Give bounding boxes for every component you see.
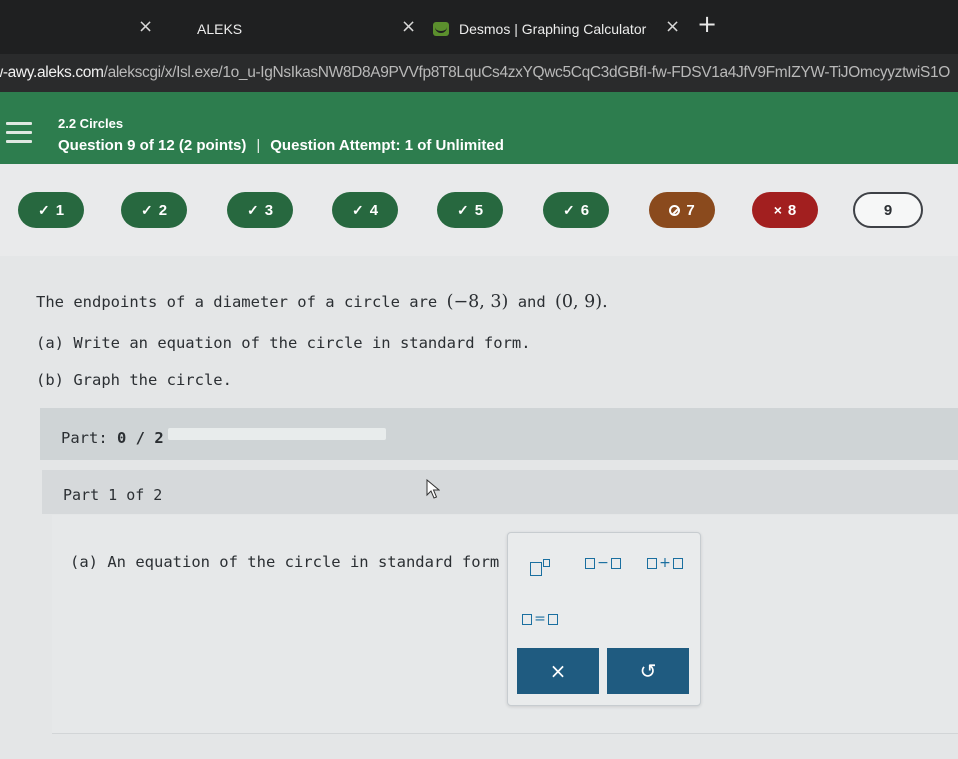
close-icon: × <box>549 659 567 683</box>
question-nav-item-3[interactable]: ✓ 3 <box>227 192 293 228</box>
question-nav-item-8[interactable]: × 8 <box>752 192 818 228</box>
question-number: Question 9 of 12 (2 points) <box>58 137 247 154</box>
progress-track <box>168 428 386 440</box>
question-info: Question 9 of 12 (2 points) | Question A… <box>58 137 504 154</box>
equals-symbol: = <box>534 611 546 627</box>
header-separator: | <box>256 137 261 154</box>
x-mark-icon: × <box>773 202 782 218</box>
problem-text: The endpoints of a diameter of a circle … <box>36 293 438 311</box>
checkmark-icon: ✓ <box>456 201 469 218</box>
question-nav-item-9[interactable]: 9 <box>853 192 923 228</box>
part-header <box>42 470 958 514</box>
url-host: w-awy.aleks.com <box>0 64 104 81</box>
answer-line: (a) An equation of the circle in standar… <box>70 547 574 576</box>
attempt-info: Question Attempt: 1 of Unlimited <box>270 137 504 154</box>
part-progress-text: Part: <box>61 429 108 447</box>
question-nav-item-5[interactable]: ✓ 5 <box>437 192 503 228</box>
tab-title: ALEKS <box>197 21 243 37</box>
checkmark-icon: ✓ <box>246 201 259 218</box>
question-number-label: 4 <box>369 201 379 219</box>
point-2: (0, 9). <box>555 292 608 312</box>
question-number-label: 5 <box>474 201 484 219</box>
undo-icon: ↺ <box>639 659 657 683</box>
question-nav-item-1[interactable]: ✓ 1 <box>18 192 84 228</box>
square-icon <box>543 559 550 567</box>
clear-button[interactable]: × <box>517 648 599 694</box>
minus-symbol: − <box>597 555 609 571</box>
question-number-label: 3 <box>264 201 274 219</box>
url-path: /alekscgi/x/Isl.exe/1o_u-IgNsIkasNW8D8A9… <box>103 64 951 81</box>
part-progress-value: 0 / 2 <box>117 429 164 447</box>
tab-aleks[interactable]: ALEKS <box>197 12 242 46</box>
answer-prompt: (a) An equation of the circle in standar… <box>70 552 528 571</box>
close-tab-icon[interactable]: × <box>138 16 153 37</box>
close-tab-icon[interactable]: × <box>665 16 680 37</box>
url-text[interactable]: w-awy.aleks.com/alekscgi/x/Isl.exe/1o_u-… <box>0 64 950 82</box>
plus-symbol: + <box>659 555 671 571</box>
desmos-icon <box>433 22 449 36</box>
partial-credit-icon <box>669 204 681 216</box>
question-number-label: 6 <box>580 201 590 219</box>
checkmark-icon: ✓ <box>351 201 364 218</box>
question-number-label: 9 <box>883 201 893 219</box>
menu-icon[interactable] <box>6 122 32 144</box>
subtract-button[interactable]: − <box>574 539 632 587</box>
browser-tab-bar: × ALEKS × Desmos | Graphing Calculator ×… <box>0 0 958 54</box>
square-icon <box>610 557 621 569</box>
equals-button[interactable]: = <box>511 595 569 643</box>
tab-desmos[interactable]: Desmos | Graphing Calculator <box>433 12 646 46</box>
tab-title: Desmos | Graphing Calculator <box>459 21 647 37</box>
problem-statement: The endpoints of a diameter of a circle … <box>36 292 608 312</box>
question-nav-item-4[interactable]: ✓ 4 <box>332 192 398 228</box>
square-icon <box>672 557 683 569</box>
square-icon <box>547 613 558 625</box>
part-title: Part 1 of 2 <box>63 486 163 504</box>
question-number-label: 7 <box>686 201 695 219</box>
new-tab-button[interactable]: + <box>697 10 717 38</box>
square-icon <box>530 562 542 576</box>
checkmark-icon: ✓ <box>140 201 153 218</box>
close-tab-icon[interactable]: × <box>401 16 416 37</box>
mouse-cursor-icon <box>426 479 440 499</box>
square-icon <box>522 613 533 625</box>
address-bar[interactable]: w-awy.aleks.com/alekscgi/x/Isl.exe/1o_u-… <box>0 54 958 92</box>
section-title: 2.2 Circles <box>58 116 124 131</box>
question-nav-item-7[interactable]: 7 <box>649 192 715 228</box>
undo-button[interactable]: ↺ <box>607 648 689 694</box>
question-nav-item-2[interactable]: ✓ 2 <box>121 192 187 228</box>
question-number-label: 2 <box>158 201 168 219</box>
and-word: and <box>517 293 546 311</box>
exponent-button[interactable] <box>511 545 569 593</box>
part-progress-label: Part: 0 / 2 <box>61 429 164 447</box>
question-number-label: 1 <box>55 201 65 219</box>
checkmark-icon: ✓ <box>562 201 575 218</box>
question-nav-item-6[interactable]: ✓ 6 <box>543 192 609 228</box>
square-icon <box>585 557 596 569</box>
square-icon <box>647 557 658 569</box>
part-a-instruction: (a) Write an equation of the circle in s… <box>36 334 531 352</box>
part-b-instruction: (b) Graph the circle. <box>36 371 232 389</box>
checkmark-icon: ✓ <box>37 201 50 218</box>
add-button[interactable]: + <box>636 539 694 587</box>
point-1: (−8, 3) <box>446 292 509 312</box>
question-number-label: 8 <box>787 201 797 219</box>
